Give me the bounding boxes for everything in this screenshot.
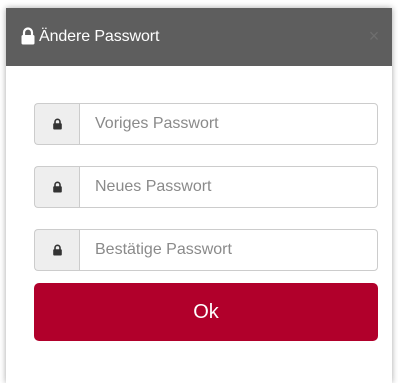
dialog-title: Ändere Passwort [39, 28, 160, 45]
current-password-input[interactable] [79, 103, 378, 145]
dialog-body: Ok [6, 66, 392, 383]
confirm-password-input[interactable] [79, 229, 378, 271]
lock-icon [34, 229, 79, 271]
current-password-group [34, 103, 378, 145]
lock-icon [34, 103, 79, 145]
change-password-dialog: Ändere Passwort × Ok [6, 8, 392, 383]
close-button[interactable]: × [366, 27, 382, 45]
new-password-group [34, 166, 378, 208]
new-password-input[interactable] [79, 166, 378, 208]
confirm-password-group [34, 229, 378, 271]
lock-icon [34, 166, 79, 208]
lock-icon [21, 27, 35, 45]
ok-button[interactable]: Ok [34, 283, 378, 341]
dialog-header: Ändere Passwort × [6, 8, 392, 66]
